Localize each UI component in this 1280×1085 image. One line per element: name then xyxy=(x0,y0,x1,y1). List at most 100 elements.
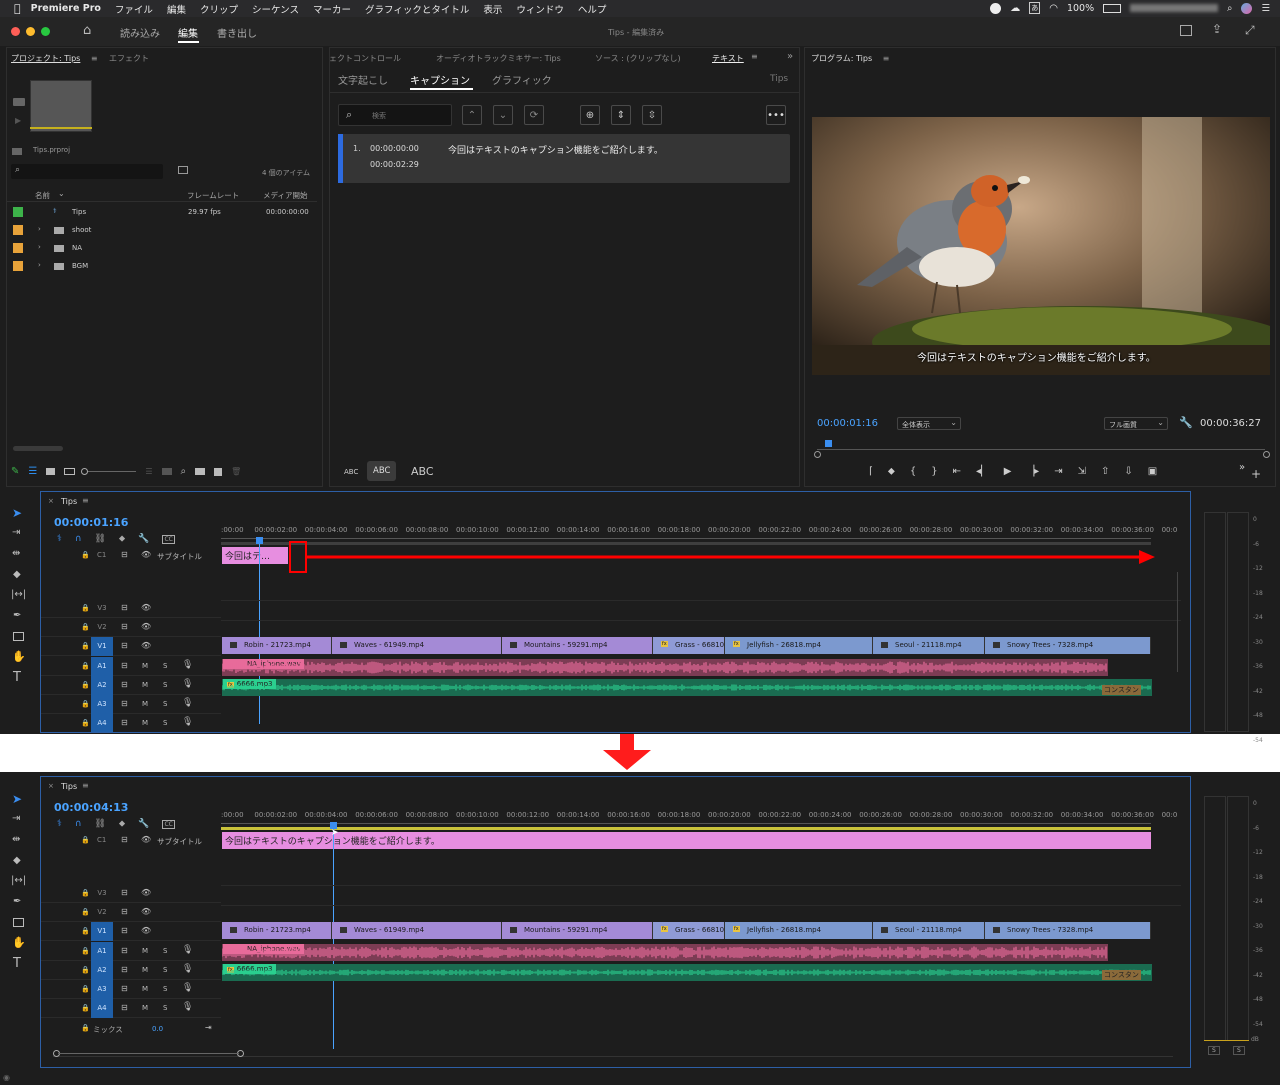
menu-edit[interactable]: 編集 xyxy=(167,2,186,16)
captions-icon[interactable]: CC xyxy=(162,819,175,829)
project-item[interactable]: › shoot xyxy=(7,222,317,240)
freeform-view-icon[interactable] xyxy=(64,468,76,475)
mark-in-brace-icon[interactable]: { xyxy=(910,466,916,477)
minimize-window-button[interactable] xyxy=(26,27,35,36)
mute-button[interactable]: M xyxy=(142,700,148,708)
close-window-button[interactable] xyxy=(11,27,20,36)
microphone-icon[interactable]: 🎙 xyxy=(182,1002,193,1012)
lock-icon[interactable]: 🔒 xyxy=(81,966,90,974)
sync-lock-icon[interactable]: ⊟ xyxy=(121,984,128,993)
video-clip[interactable]: Waves - 61949.mp4 xyxy=(332,637,502,654)
next-result-button[interactable]: ⌄ xyxy=(493,105,513,125)
mute-button[interactable]: M xyxy=(142,947,148,955)
playhead-timecode[interactable]: 00:00:01:16 xyxy=(817,418,878,429)
fullscreen-icon[interactable]: ⤢ xyxy=(1245,23,1255,38)
tab-effect-controls[interactable]: ェクトコントロール xyxy=(329,53,401,64)
timeline-hscroll[interactable] xyxy=(53,1050,1173,1057)
eye-icon[interactable]: 👁 xyxy=(141,603,151,612)
video-clip[interactable]: Mountains - 59291.mp4 xyxy=(502,922,653,939)
video-clip[interactable]: Snowy Trees - 7328.mp4 xyxy=(985,637,1151,654)
type-tool-icon[interactable]: T xyxy=(13,670,21,685)
lock-icon[interactable]: 🔒 xyxy=(81,551,90,559)
list-view-icon[interactable]: ☰ xyxy=(28,466,37,477)
microphone-icon[interactable]: 🎙 xyxy=(182,964,193,974)
play-icon[interactable]: ▶ xyxy=(1004,466,1012,477)
step-forward-icon[interactable]: ▕▸ xyxy=(1026,466,1039,477)
automate-icon[interactable] xyxy=(161,468,172,475)
video-clip[interactable]: Seoul - 21118.mp4 xyxy=(873,922,985,939)
eye-icon[interactable]: 👁 xyxy=(141,888,151,897)
size-large-button[interactable]: ABC xyxy=(411,465,434,478)
snap-icon[interactable]: ∩ xyxy=(75,534,82,544)
rectangle-tool-icon[interactable] xyxy=(13,918,24,927)
lock-icon[interactable]: 🔒 xyxy=(81,604,90,612)
lock-icon[interactable]: 🔒 xyxy=(81,985,90,993)
menu-sequence[interactable]: シーケンス xyxy=(252,2,299,16)
nest-icon[interactable]: ⚕ xyxy=(57,819,62,829)
selection-tool-icon[interactable]: ➤ xyxy=(12,506,22,520)
linked-selection-icon[interactable]: ⛓ xyxy=(94,819,105,829)
lock-icon[interactable]: 🔒 xyxy=(81,700,90,708)
panel-menu-icon[interactable]: ≡ xyxy=(883,54,890,63)
add-marker-icon[interactable]: ⬥ xyxy=(119,534,125,544)
lock-icon[interactable]: 🔒 xyxy=(81,681,90,689)
track-target[interactable]: A1 xyxy=(91,656,113,676)
track-target[interactable]: V2 xyxy=(91,903,113,922)
col-framerate[interactable]: フレームレート xyxy=(187,190,239,201)
hand-tool-icon[interactable]: ✋ xyxy=(12,936,26,949)
slip-tool-icon[interactable]: |↔| xyxy=(11,875,26,886)
sync-lock-icon[interactable]: ⊟ xyxy=(121,718,128,727)
subtab-graphics[interactable]: グラフィック xyxy=(492,72,552,87)
lock-icon[interactable]: 🔒 xyxy=(81,719,90,727)
settings-wrench-icon[interactable]: 🔧 xyxy=(138,534,149,544)
lock-icon[interactable]: 🔒 xyxy=(81,1024,90,1032)
size-small-button[interactable]: ABC xyxy=(344,468,358,476)
snap-icon[interactable]: ∩ xyxy=(75,819,82,829)
sync-lock-icon[interactable]: ⊟ xyxy=(121,965,128,974)
split-caption-button[interactable]: ⇕ xyxy=(611,105,631,125)
menu-file[interactable]: ファイル xyxy=(115,2,153,16)
microphone-icon[interactable]: 🎙 xyxy=(182,717,193,727)
timeline-timecode[interactable]: 00:00:04:13 xyxy=(54,801,128,814)
add-button-icon[interactable]: + xyxy=(1251,467,1261,481)
playhead-marker[interactable] xyxy=(256,537,263,544)
track-target[interactable]: V1 xyxy=(91,637,113,657)
microphone-icon[interactable]: 🎙 xyxy=(182,698,193,708)
menu-view[interactable]: 表示 xyxy=(483,2,502,16)
zoom-slider[interactable] xyxy=(81,468,137,475)
project-item[interactable]: › NA xyxy=(7,240,317,258)
notification-icon[interactable]: ☰ xyxy=(1261,3,1270,14)
merge-caption-button[interactable]: ⇳ xyxy=(642,105,662,125)
panel-menu-icon[interactable]: ≡ xyxy=(82,496,89,505)
microphone-icon[interactable]: 🎙 xyxy=(182,679,193,689)
go-to-in-icon[interactable]: ⇤ xyxy=(953,466,961,477)
size-medium-button[interactable]: ABC xyxy=(367,461,397,481)
settings-wrench-icon[interactable]: 🔧 xyxy=(1179,416,1193,429)
expand-chevron-icon[interactable]: › xyxy=(38,261,41,269)
mix-value[interactable]: 0.0 xyxy=(152,1025,163,1033)
video-clip[interactable]: Waves - 61949.mp4 xyxy=(332,922,502,939)
track-target[interactable]: V3 xyxy=(91,599,113,618)
lock-icon[interactable]: 🔒 xyxy=(81,927,90,935)
solo-button[interactable]: S xyxy=(163,1004,167,1012)
quality-dropdown[interactable]: フル画質 ⌄ xyxy=(1104,417,1168,430)
insert-icon[interactable]: ⇲ xyxy=(1078,466,1086,477)
panel-menu-icon[interactable]: ≡ xyxy=(91,54,98,63)
ripple-edit-tool-icon[interactable]: ⇹ xyxy=(12,548,20,559)
more-panels-icon[interactable]: » xyxy=(787,51,793,62)
video-clip[interactable]: Robin - 21723.mp4 xyxy=(222,922,332,939)
close-tab-icon[interactable]: × xyxy=(48,782,54,790)
sync-lock-icon[interactable]: ⊟ xyxy=(121,907,128,916)
expand-chevron-icon[interactable]: › xyxy=(38,243,41,251)
home-icon[interactable]: ⌂ xyxy=(83,23,91,38)
video-clip[interactable]: fx Jellyfish - 26818.mp4 xyxy=(725,637,873,654)
toggle-output-icon[interactable]: ⊟ xyxy=(121,835,128,844)
caption-clip[interactable]: 今回はテ… xyxy=(222,547,288,564)
menu-clip[interactable]: クリップ xyxy=(200,2,238,16)
find-icon[interactable]: ⌕ xyxy=(181,466,187,477)
a2-clip[interactable]: fx 6666.mp3 コンスタン xyxy=(222,964,1152,981)
microphone-icon[interactable]: 🎙 xyxy=(182,660,193,670)
sync-lock-icon[interactable]: ⊟ xyxy=(121,661,128,670)
stop-icon[interactable] xyxy=(990,2,1002,14)
lock-icon[interactable]: 🔒 xyxy=(81,889,90,897)
